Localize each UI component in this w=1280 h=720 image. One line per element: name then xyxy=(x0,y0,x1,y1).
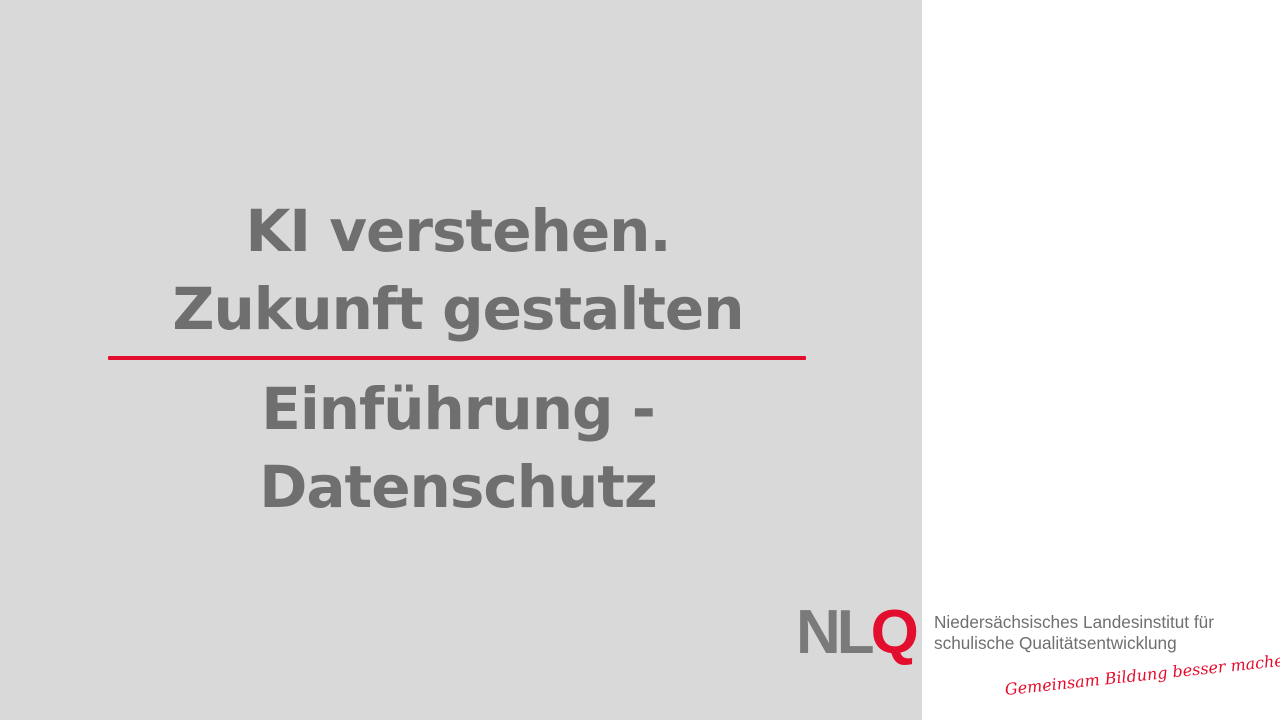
main-title: KI verstehen. Zukunft gestalten xyxy=(0,192,916,348)
subtitle-line-1: Einführung - xyxy=(261,375,656,443)
subtitle: Einführung - Datenschutz xyxy=(0,370,916,526)
main-title-line-2: Zukunft gestalten xyxy=(172,275,744,343)
left-gray-panel xyxy=(0,0,922,720)
red-divider-line xyxy=(108,356,806,360)
nlq-logo-gray-text: NL xyxy=(796,598,875,667)
main-title-line-1: KI verstehen. xyxy=(245,197,671,265)
subtitle-line-2: Datenschutz xyxy=(259,453,658,521)
organization-name-line-2: schulische Qualitätsentwicklung xyxy=(934,633,1177,653)
organization-name: Niedersächsisches Landesinstitut für sch… xyxy=(934,612,1214,654)
nlq-logo-red-text: Q xyxy=(870,598,919,667)
title-slide: KI verstehen. Zukunft gestalten Einführu… xyxy=(0,0,1280,720)
nlq-logo: NLQ xyxy=(796,602,919,664)
organization-name-line-1: Niedersächsisches Landesinstitut für xyxy=(934,612,1214,632)
